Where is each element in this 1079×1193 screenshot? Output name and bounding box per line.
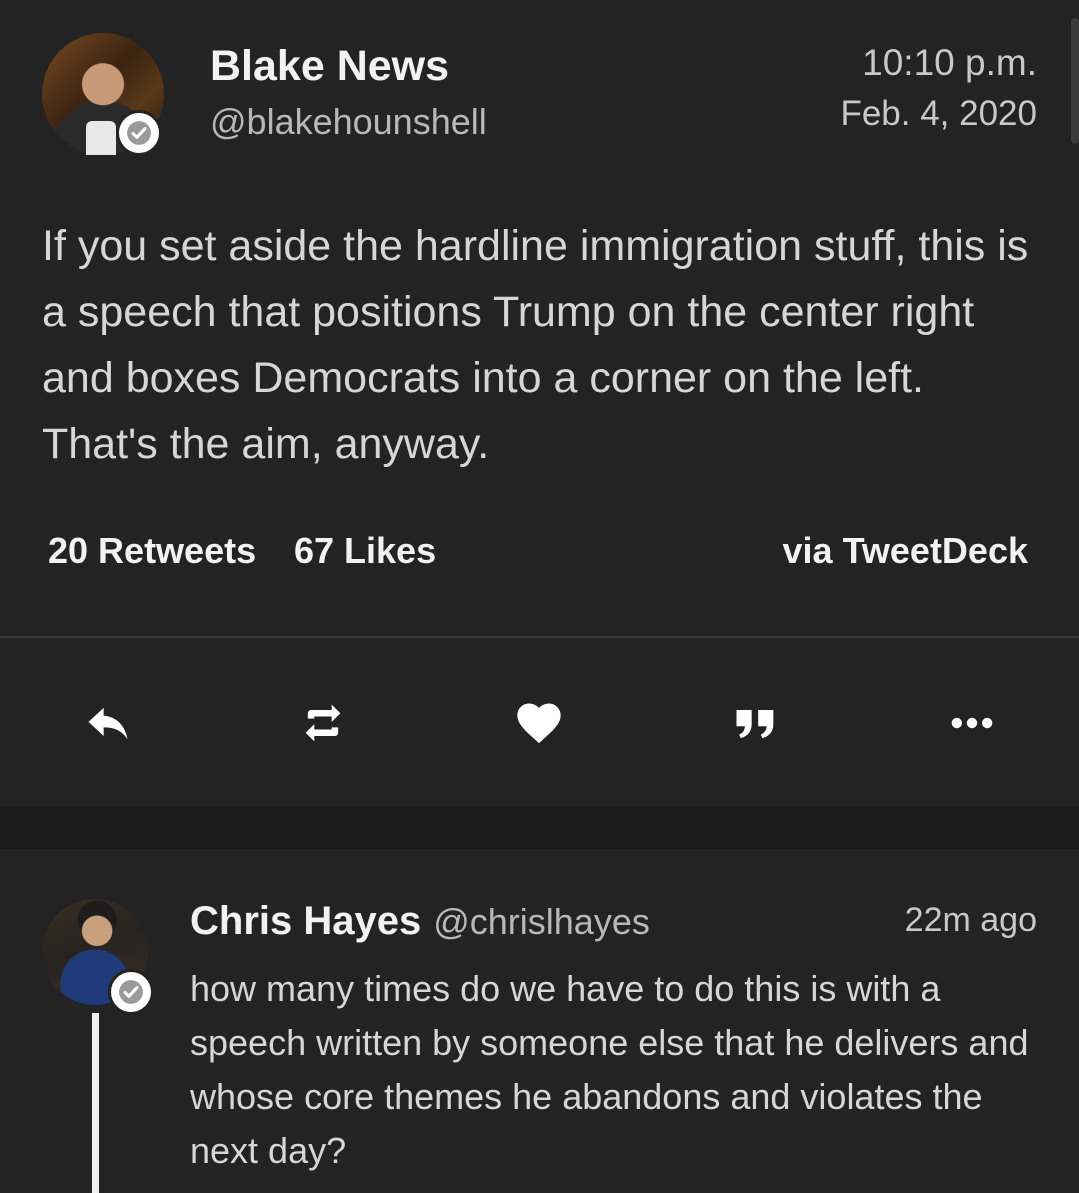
tweet-stats: 20 Retweets 67 Likes via TweetDeck [48,530,1028,580]
author-name[interactable]: Blake News [210,42,449,91]
retweet-icon [305,704,341,742]
like-button[interactable] [496,680,582,766]
like-heart-icon [517,703,561,744]
reply-text: how many times do we have to do this is … [190,968,1029,1171]
reply-author-line: Chris Hayes @chrislhayes [190,899,650,944]
tweet-text: If you set aside the hardline immigratio… [42,222,1029,468]
reply-button[interactable] [65,680,151,766]
author-handle[interactable]: @blakehounshell [210,101,487,143]
quote-icon [736,710,774,739]
reply-author-name[interactable]: Chris Hayes [190,899,421,943]
thread-line [92,1013,99,1193]
avatar-shirt [86,121,116,155]
main-tweet-card: Blake News @blakehounshell 10:10 p.m. Fe… [0,0,1079,806]
reply-author-handle[interactable]: @chrislhayes [433,901,650,942]
reply-icon [88,707,128,740]
more-options-icon [951,717,993,729]
scrollbar[interactable] [1071,18,1079,144]
reply-time: 22m ago [904,901,1037,939]
tweet-time: 10:10 p.m. [862,42,1037,83]
retweet-button[interactable] [280,680,366,766]
verified-badge-icon [116,110,162,156]
retweet-count[interactable]: 20 Retweets [48,530,256,572]
reply-tweet-card[interactable]: Chris Hayes @chrislhayes 22m ago how many… [0,849,1079,1193]
verified-badge-icon [108,969,154,1015]
more-options-button[interactable] [929,680,1015,766]
page: Blake News @blakehounshell 10:10 p.m. Fe… [0,0,1079,1193]
action-bar [0,680,1079,766]
quote-button[interactable] [713,680,799,766]
divider [0,636,1079,638]
like-count[interactable]: 67 Likes [294,530,436,572]
tweet-source: via TweetDeck [782,530,1028,571]
tweet-date: Feb. 4, 2020 [840,94,1037,133]
